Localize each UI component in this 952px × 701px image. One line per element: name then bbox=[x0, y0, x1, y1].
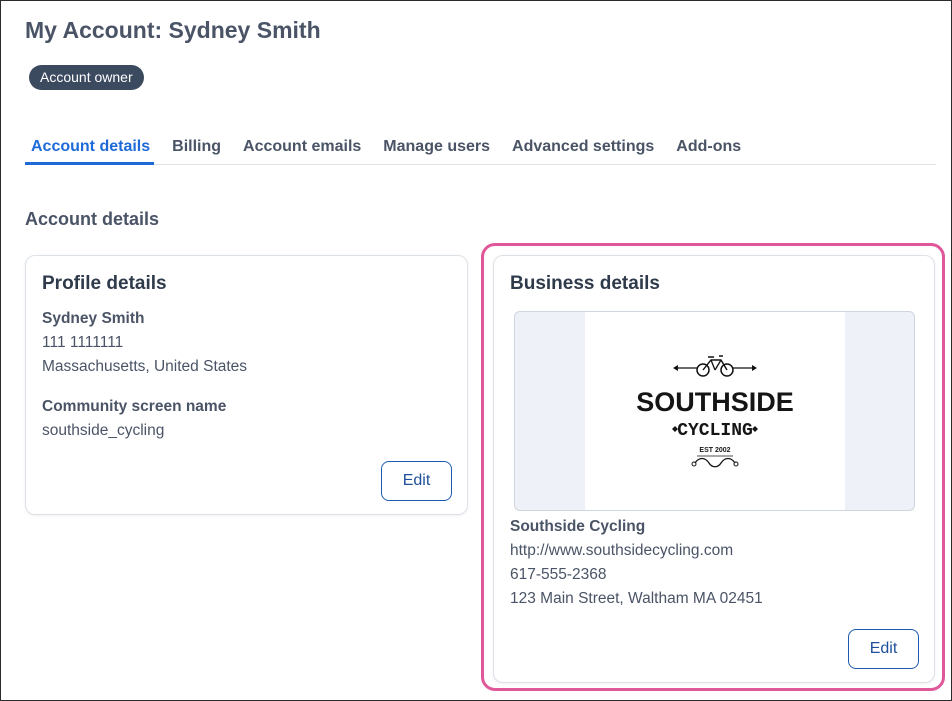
business-address: 123 Main Street, Waltham MA 02451 bbox=[510, 590, 763, 607]
profile-phone: 111 1111111 bbox=[42, 334, 124, 351]
profile-location: Massachusetts, United States bbox=[42, 358, 248, 375]
logo-image: SOUTHSIDE CYCLING EST 2002 bbox=[585, 312, 845, 510]
role-badge: Account owner bbox=[29, 65, 144, 90]
screen-name-label: Community screen name bbox=[42, 398, 227, 415]
profile-name: Sydney Smith bbox=[42, 310, 145, 327]
logo-brand-text: SOUTHSIDE bbox=[636, 387, 794, 417]
tab-manage-users[interactable]: Manage users bbox=[383, 128, 490, 165]
logo-sub-text: CYCLING bbox=[677, 421, 753, 441]
tab-add-ons[interactable]: Add-ons bbox=[676, 128, 741, 165]
screen-name-value: southside_cycling bbox=[42, 422, 165, 439]
logo-est-text: EST 2002 bbox=[699, 447, 730, 454]
tab-account-details[interactable]: Account details bbox=[25, 128, 155, 165]
tab-billing[interactable]: Billing bbox=[172, 128, 221, 165]
business-logo[interactable]: SOUTHSIDE CYCLING EST 2002 bbox=[514, 311, 915, 511]
tab-account-emails[interactable]: Account emails bbox=[243, 128, 361, 165]
page-title: My Account: Sydney Smith bbox=[25, 17, 321, 43]
business-website: http://www.southsidecycling.com bbox=[510, 542, 734, 559]
profile-edit-button[interactable]: Edit bbox=[381, 461, 452, 501]
profile-details-card: Profile details Sydney Smith 111 1111111… bbox=[25, 255, 468, 515]
bicycle-logo-icon: SOUTHSIDE CYCLING EST 2002 bbox=[636, 355, 794, 468]
business-name: Southside Cycling bbox=[510, 518, 646, 535]
business-edit-button[interactable]: Edit bbox=[848, 629, 919, 669]
section-title: Account details bbox=[25, 209, 160, 229]
business-phone: 617-555-2368 bbox=[510, 566, 607, 583]
profile-card-title: Profile details bbox=[42, 273, 167, 294]
tab-advanced-settings[interactable]: Advanced settings bbox=[512, 128, 654, 165]
business-card-title: Business details bbox=[510, 273, 660, 294]
tab-bar: Account details Billing Account emails M… bbox=[25, 128, 936, 165]
business-details-card: Business details SOUTHSIDE CYCLING EST 2… bbox=[493, 255, 935, 683]
